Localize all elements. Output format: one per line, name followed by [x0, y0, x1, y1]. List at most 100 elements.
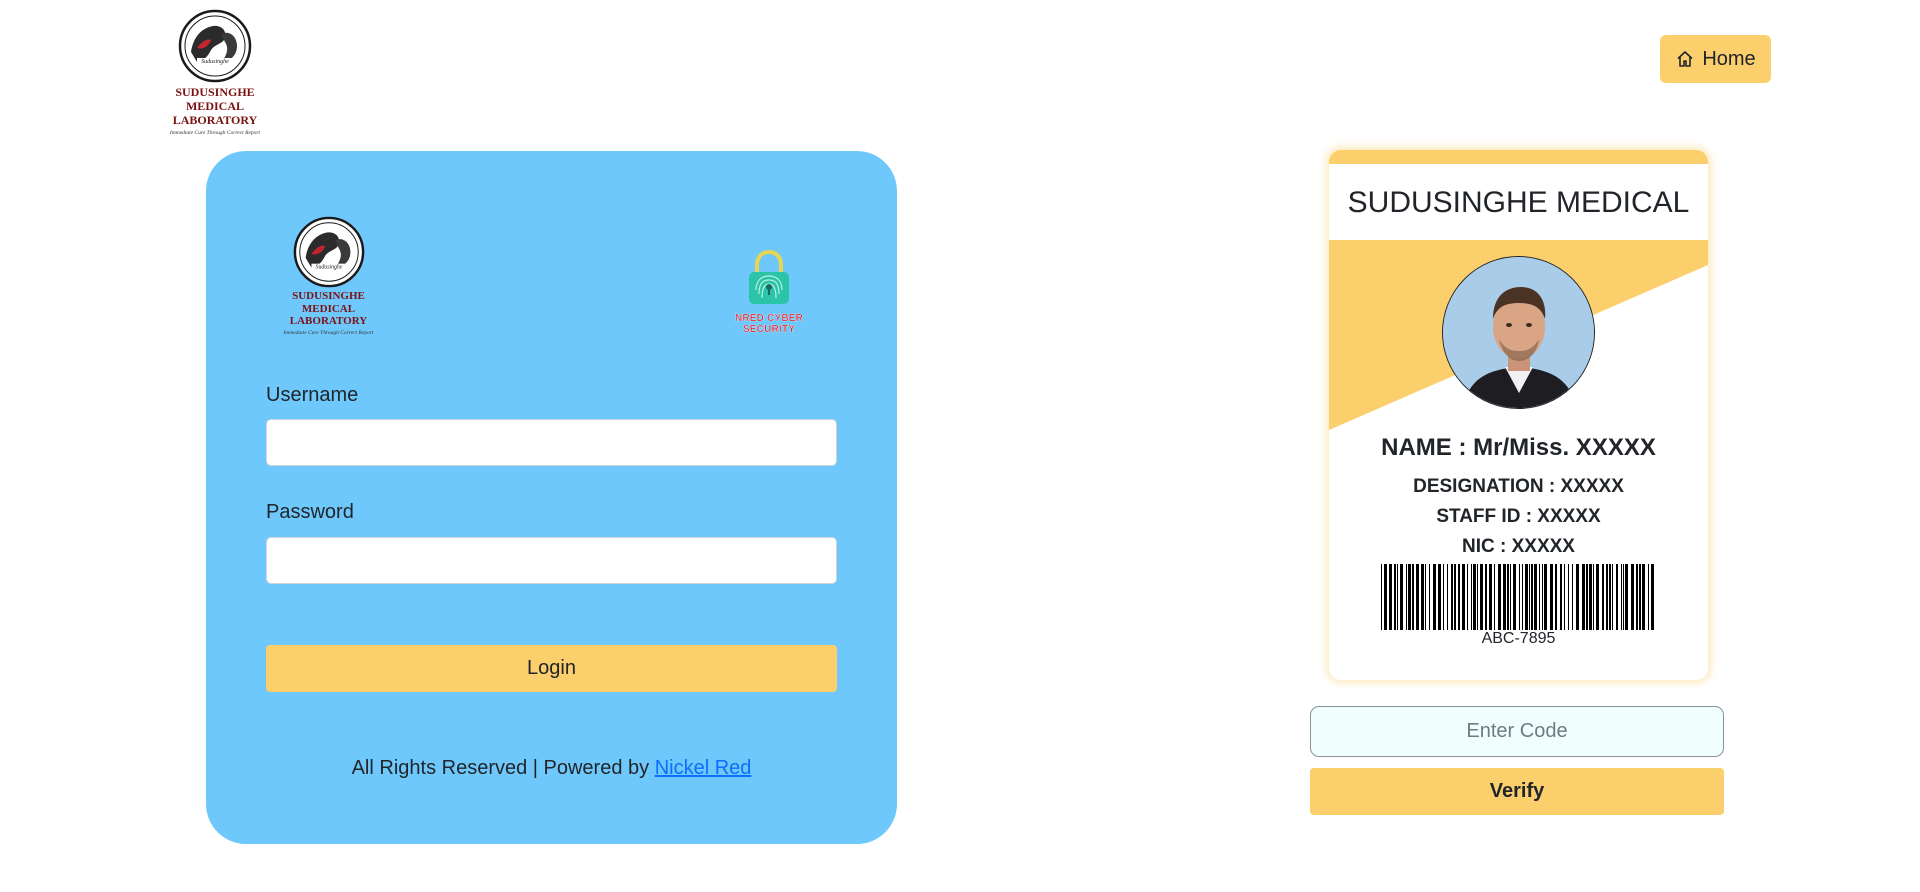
- barcode-bar: [1568, 564, 1569, 630]
- footer: All Rights Reserved | Powered by Nickel …: [206, 757, 897, 780]
- card-staff-id: STAFF ID : XXXXX: [1436, 506, 1601, 527]
- password-input[interactable]: [266, 537, 837, 584]
- barcode-bar: [1485, 564, 1487, 630]
- barcode-bar: [1458, 564, 1460, 630]
- barcode-bar: [1582, 564, 1585, 630]
- barcode-bar: [1642, 564, 1645, 630]
- panel-brand-name-line2: LABORATORY: [289, 315, 368, 328]
- password-label: Password: [266, 501, 354, 523]
- username-input[interactable]: [266, 419, 837, 466]
- barcode-bar: [1564, 564, 1565, 630]
- barcode-bar: [1525, 564, 1528, 630]
- barcode-bar: [1621, 564, 1622, 630]
- barcode-bar: [1631, 564, 1634, 630]
- brand-name-line2: LABORATORY: [172, 112, 258, 127]
- verify-code-input[interactable]: [1310, 706, 1724, 757]
- barcode-bar: [1425, 564, 1426, 630]
- home-button[interactable]: Home: [1660, 35, 1771, 83]
- barcode-bar: [1397, 564, 1398, 630]
- brand-name: SUDUSINGHE MEDICAL LABORATORY: [150, 85, 280, 127]
- barcode-bar: [1416, 564, 1419, 630]
- barcode-bar: [1572, 564, 1573, 630]
- barcode-bar: [1498, 564, 1501, 630]
- barcode-bar: [1394, 564, 1396, 630]
- barcode-bar: [1384, 564, 1387, 630]
- lab-emblem-icon: Sudusinghe: [293, 216, 364, 288]
- verify-button[interactable]: Verify: [1310, 768, 1724, 815]
- barcode-bar: [1412, 564, 1414, 630]
- barcode-bar: [1400, 564, 1403, 630]
- barcode-bar: [1576, 564, 1579, 630]
- brand-tagline: Immediate Cure Through Correct Report: [169, 130, 261, 137]
- barcode-bar: [1586, 564, 1588, 630]
- panel-brand-tagline: Immediate Cure Through Correct Report: [283, 329, 374, 336]
- barcode-bar: [1550, 564, 1553, 630]
- barcode-bar: [1443, 564, 1444, 630]
- barcode-bar: [1477, 564, 1478, 630]
- cyber-security-logo: NRED CYBER SECURITY: [712, 248, 826, 335]
- home-button-label: Home: [1702, 47, 1756, 70]
- barcode-bar: [1471, 564, 1472, 630]
- staff-portrait-icon: [1443, 257, 1594, 408]
- barcode-bar: [1606, 564, 1608, 630]
- barcode-bar: [1623, 564, 1624, 630]
- barcode-bar: [1555, 564, 1557, 630]
- barcode-bar: [1544, 564, 1547, 630]
- barcode-bar: [1489, 564, 1492, 630]
- barcode-bar: [1529, 564, 1530, 630]
- staff-id-card: SUDUSINGHE MEDICAL NAME : Mr/Miss. XXXXX…: [1329, 150, 1708, 680]
- lab-emblem-icon: Sudusinghe: [178, 9, 252, 83]
- barcode-bar: [1480, 564, 1483, 630]
- barcode-bar: [1616, 564, 1618, 630]
- barcode-bar: [1560, 564, 1562, 630]
- barcode-bar: [1602, 564, 1604, 630]
- barcode-bar: [1510, 564, 1511, 630]
- barcode-bar: [1648, 564, 1649, 630]
- brand-name-line1: SUDUSINGHE MEDICAL: [175, 85, 255, 113]
- barcode-bar: [1429, 564, 1430, 630]
- card-top-bar: [1329, 150, 1708, 164]
- barcode-bar: [1406, 564, 1407, 630]
- barcode-bar: [1651, 564, 1654, 630]
- barcode-bar: [1636, 564, 1638, 630]
- barcode-bar: [1589, 564, 1592, 630]
- barcode-bar: [1454, 564, 1456, 630]
- panel-brand-name-line1: SUDUSINGHE MEDICAL: [292, 290, 365, 315]
- panel-brand-name: SUDUSINGHE MEDICAL LABORATORY: [266, 290, 391, 328]
- barcode-bar: [1408, 564, 1411, 630]
- barcode-bar: [1539, 564, 1540, 630]
- login-button[interactable]: Login: [266, 645, 837, 692]
- nickel-red-link[interactable]: Nickel Red: [655, 757, 752, 779]
- emblem-caption: Sudusinghe: [315, 265, 342, 271]
- barcode-bar: [1531, 564, 1533, 630]
- barcode-bar: [1381, 564, 1382, 630]
- cyber-security-text: NRED CYBER SECURITY: [734, 313, 804, 335]
- barcode-bar: [1503, 564, 1506, 630]
- barcode-bar: [1389, 564, 1392, 630]
- barcode-bar: [1522, 564, 1523, 630]
- barcode-bar: [1433, 564, 1436, 630]
- barcode-bar: [1534, 564, 1537, 630]
- padlock-fingerprint-icon: [749, 249, 789, 304]
- staff-photo: [1442, 256, 1595, 409]
- card-name: NAME : Mr/Miss. XXXXX: [1381, 434, 1656, 461]
- card-title: SUDUSINGHE MEDICAL: [1347, 186, 1690, 219]
- barcode-bar: [1467, 564, 1468, 630]
- barcode-bar: [1513, 564, 1516, 630]
- barcode-bar: [1473, 564, 1476, 630]
- barcode-bar: [1421, 564, 1424, 630]
- brand-logo: Sudusinghe SUDUSINGHE MEDICAL LABORATORY…: [150, 8, 280, 136]
- barcode-bar: [1447, 564, 1448, 630]
- barcode-bar: [1625, 564, 1628, 630]
- footer-text: All Rights Reserved | Powered by: [351, 757, 655, 779]
- house-icon: [1677, 51, 1693, 67]
- barcode-bar: [1438, 564, 1441, 630]
- barcode-bar: [1507, 564, 1509, 630]
- barcode: [1381, 564, 1654, 630]
- barcode-bar: [1593, 564, 1594, 630]
- barcode-bar: [1609, 564, 1611, 630]
- barcode-bar: [1639, 564, 1641, 630]
- barcode-bar: [1451, 564, 1453, 630]
- barcode-bar: [1519, 564, 1520, 630]
- barcode-code: ABC-7895: [1481, 630, 1556, 647]
